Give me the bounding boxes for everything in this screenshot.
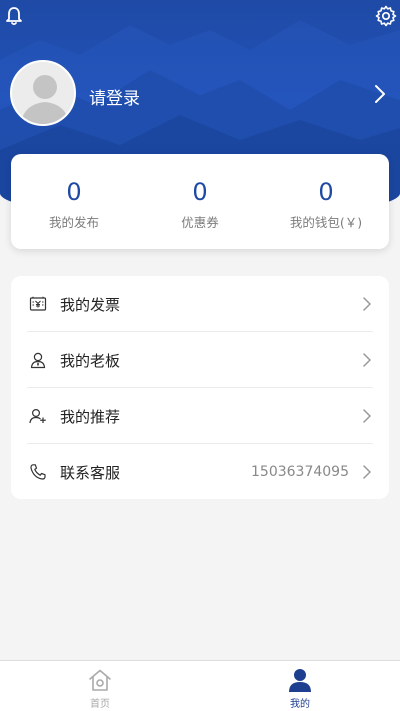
- menu-label: 我的老板: [60, 351, 121, 370]
- chevron-right-icon: [363, 465, 371, 479]
- chevron-right-icon[interactable]: [374, 84, 386, 104]
- profile-screen: 请登录 0 我的发布 0 优惠券 0 我的钱包(￥) 我的发票 我的老板 我的推…: [0, 0, 400, 711]
- tab-mine[interactable]: 我的: [200, 661, 400, 711]
- invoice-icon: [29, 296, 47, 311]
- bottom-tab-bar: 首页 我的: [0, 660, 400, 711]
- stats-card: 0 我的发布 0 优惠券 0 我的钱包(￥): [11, 154, 389, 249]
- home-icon: [89, 669, 111, 691]
- menu-item-boss[interactable]: 我的老板: [11, 332, 389, 388]
- stat-label: 我的钱包(￥): [289, 215, 363, 230]
- login-prompt[interactable]: 请登录: [89, 84, 140, 109]
- menu-item-referral[interactable]: 我的推荐: [11, 388, 389, 444]
- bell-icon[interactable]: [2, 4, 26, 28]
- stat-value: 0: [66, 178, 82, 206]
- stat-wallet[interactable]: 0 我的钱包(￥): [263, 154, 389, 249]
- menu-label: 我的发票: [60, 295, 121, 314]
- service-phone-number: 15036374095: [251, 464, 349, 480]
- menu-card: 我的发票 我的老板 我的推荐 联系客服 15036374095: [11, 276, 389, 499]
- menu-label: 我的推荐: [60, 407, 121, 426]
- chevron-right-icon: [363, 353, 371, 367]
- stat-value: 0: [318, 178, 334, 206]
- menu-item-customer-service[interactable]: 联系客服 15036374095: [11, 444, 389, 500]
- menu-item-invoice[interactable]: 我的发票: [11, 276, 389, 332]
- tab-label: 首页: [90, 699, 110, 710]
- stat-label: 优惠券: [181, 215, 219, 230]
- stat-label: 我的发布: [48, 215, 99, 230]
- stat-my-posts[interactable]: 0 我的发布: [11, 154, 137, 249]
- stat-value: 0: [192, 178, 208, 206]
- boss-icon: [30, 352, 46, 369]
- add-user-icon: [29, 408, 46, 424]
- chevron-right-icon: [363, 297, 371, 311]
- stat-coupons[interactable]: 0 优惠券: [137, 154, 263, 249]
- phone-icon: [30, 464, 46, 480]
- chevron-right-icon: [363, 409, 371, 423]
- tab-label: 我的: [290, 699, 310, 710]
- user-icon: [289, 669, 311, 692]
- tab-home[interactable]: 首页: [0, 661, 200, 711]
- menu-label: 联系客服: [60, 463, 121, 482]
- avatar[interactable]: [10, 60, 76, 126]
- gear-icon[interactable]: [374, 4, 398, 28]
